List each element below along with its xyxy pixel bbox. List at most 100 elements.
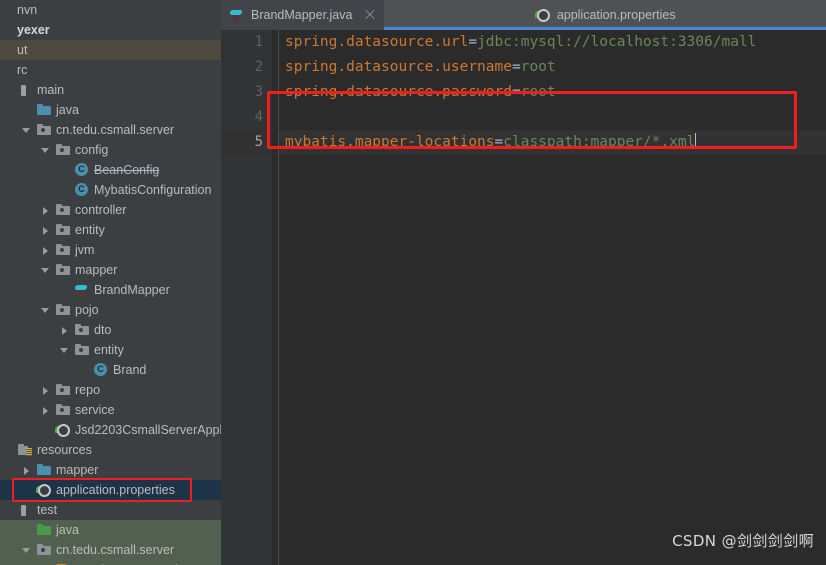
project-tool-window[interactable]: nvn yexer ut rc main java cn.tedu.csmall.serve… xyxy=(0,0,221,565)
module-icon xyxy=(17,82,33,98)
chevron-down-icon[interactable] xyxy=(40,265,51,276)
line-number: 2 xyxy=(254,59,263,75)
tree-item-rc[interactable]: rc xyxy=(0,60,221,80)
chevron-down-icon[interactable] xyxy=(21,545,32,556)
property-value: classpath:mapper/*.xml xyxy=(503,134,696,150)
package-icon xyxy=(74,342,90,358)
chevron-right-icon[interactable] xyxy=(40,245,51,256)
greenfolder-icon xyxy=(36,522,52,538)
tree-item-yexer[interactable]: yexer xyxy=(0,20,221,40)
code-line-3[interactable]: spring.datasource.password=root xyxy=(279,80,826,105)
chevron-right-icon[interactable] xyxy=(59,325,70,336)
resources-icon xyxy=(17,442,33,458)
tree-item-label: dto xyxy=(94,323,112,337)
package-icon xyxy=(55,402,71,418)
code-line-4[interactable] xyxy=(279,105,826,130)
tree-item-application-properties[interactable]: application.properties xyxy=(0,480,221,500)
tree-item-dto[interactable]: dto xyxy=(0,320,221,340)
tree-item-entity[interactable]: entity xyxy=(0,220,221,240)
tab-brandmapper-java[interactable]: BrandMapper.java xyxy=(221,0,385,30)
tree-item-mapper[interactable]: mapper xyxy=(0,460,221,480)
tree-item-label: ut xyxy=(17,43,28,57)
tree-item-label: java xyxy=(56,103,79,117)
tree-item-resources[interactable]: resources xyxy=(0,440,221,460)
tree-item-label: mapper xyxy=(75,263,118,277)
class-icon xyxy=(93,362,109,378)
package-icon xyxy=(55,242,71,258)
tree-item-label: DatabaseConnectionTests xyxy=(75,560,221,565)
tree-item-jvm[interactable]: jvm xyxy=(0,240,221,260)
tree-item-test[interactable]: test xyxy=(0,500,221,520)
spring-properties-icon xyxy=(534,7,551,23)
folder-icon xyxy=(36,462,52,478)
tree-item-label: cn.tedu.csmall.server xyxy=(56,543,175,557)
tree-item-java[interactable]: java xyxy=(0,520,221,540)
tree-item-nvn[interactable]: nvn xyxy=(0,0,221,20)
property-key: spring.datasource.password xyxy=(285,84,512,100)
project-tree[interactable]: nvn yexer ut rc main java cn.tedu.csmall.serve… xyxy=(0,0,221,565)
chevron-down-icon[interactable] xyxy=(59,345,70,356)
chevron-right-icon[interactable] xyxy=(21,465,32,476)
close-icon[interactable] xyxy=(364,9,376,21)
chevron-right-icon[interactable] xyxy=(40,205,51,216)
chevron-down-icon[interactable] xyxy=(40,145,51,156)
tree-item-cn-tedu-csmall-server[interactable]: cn.tedu.csmall.server xyxy=(0,120,221,140)
tree-item-label: MybatisConfiguration xyxy=(94,183,212,197)
tree-item-entity[interactable]: entity xyxy=(0,340,221,360)
tree-item-java[interactable]: java xyxy=(0,100,221,120)
editor-tab-bar[interactable]: BrandMapper.java application.properties xyxy=(221,0,826,30)
chevron-down-icon[interactable] xyxy=(21,125,32,136)
line-number: 4 xyxy=(254,109,263,125)
package-icon xyxy=(55,262,71,278)
tree-item-ut[interactable]: ut xyxy=(0,40,221,60)
chevron-down-icon[interactable] xyxy=(40,305,51,316)
property-separator: = xyxy=(468,34,478,50)
tree-item-pojo[interactable]: pojo xyxy=(0,300,221,320)
package-icon xyxy=(55,222,71,238)
code-content[interactable]: spring.datasource.url=jdbc:mysql://local… xyxy=(279,30,826,565)
tab-label: BrandMapper.java xyxy=(251,8,353,22)
tree-item-beanconfig[interactable]: BeanConfig xyxy=(0,160,221,180)
package-icon xyxy=(36,122,52,138)
tree-item-brand[interactable]: Brand xyxy=(0,360,221,380)
code-line-1[interactable]: spring.datasource.url=jdbc:mysql://local… xyxy=(279,30,826,55)
tree-item-mapper[interactable]: mapper xyxy=(0,260,221,280)
chevron-right-icon[interactable] xyxy=(40,405,51,416)
class-icon xyxy=(74,182,90,198)
tree-item-brandmapper[interactable]: BrandMapper xyxy=(0,280,221,300)
chevron-right-icon[interactable] xyxy=(40,385,51,396)
tree-item-mybatisconfiguration[interactable]: MybatisConfiguration xyxy=(0,180,221,200)
line-number: 3 xyxy=(254,84,263,100)
tree-item-repo[interactable]: repo xyxy=(0,380,221,400)
property-value: jdbc:mysql://localhost:3306/mall xyxy=(477,34,757,50)
tab-application-properties[interactable]: application.properties xyxy=(384,0,826,30)
line-number-gutter: 1 2 3 4 5 xyxy=(221,30,272,565)
tree-item-service[interactable]: service xyxy=(0,400,221,420)
tree-item-jsd2203csmallserverapplic[interactable]: Jsd2203CsmallServerApplic xyxy=(0,420,221,440)
tree-item-label: service xyxy=(75,403,115,417)
package-icon xyxy=(55,142,71,158)
tree-item-config[interactable]: config xyxy=(0,140,221,160)
editor-area: BrandMapper.java application.properties … xyxy=(221,0,826,565)
tree-item-main[interactable]: main xyxy=(0,80,221,100)
module-icon xyxy=(17,502,33,518)
package-icon xyxy=(74,322,90,338)
chevron-right-icon[interactable] xyxy=(40,225,51,236)
tree-item-label: Jsd2203CsmallServerApplic xyxy=(75,423,221,437)
code-line-5[interactable]: mybatis.mapper-locations=classpath:mappe… xyxy=(279,130,826,155)
tree-item-databaseconnectiontests[interactable]: DatabaseConnectionTests xyxy=(0,560,221,565)
code-line-2[interactable]: spring.datasource.username=root xyxy=(279,55,826,80)
tab-label: application.properties xyxy=(556,8,676,22)
text-caret xyxy=(695,133,697,149)
tree-item-controller[interactable]: controller xyxy=(0,200,221,220)
tree-item-cn-tedu-csmall-server[interactable]: cn.tedu.csmall.server xyxy=(0,540,221,560)
